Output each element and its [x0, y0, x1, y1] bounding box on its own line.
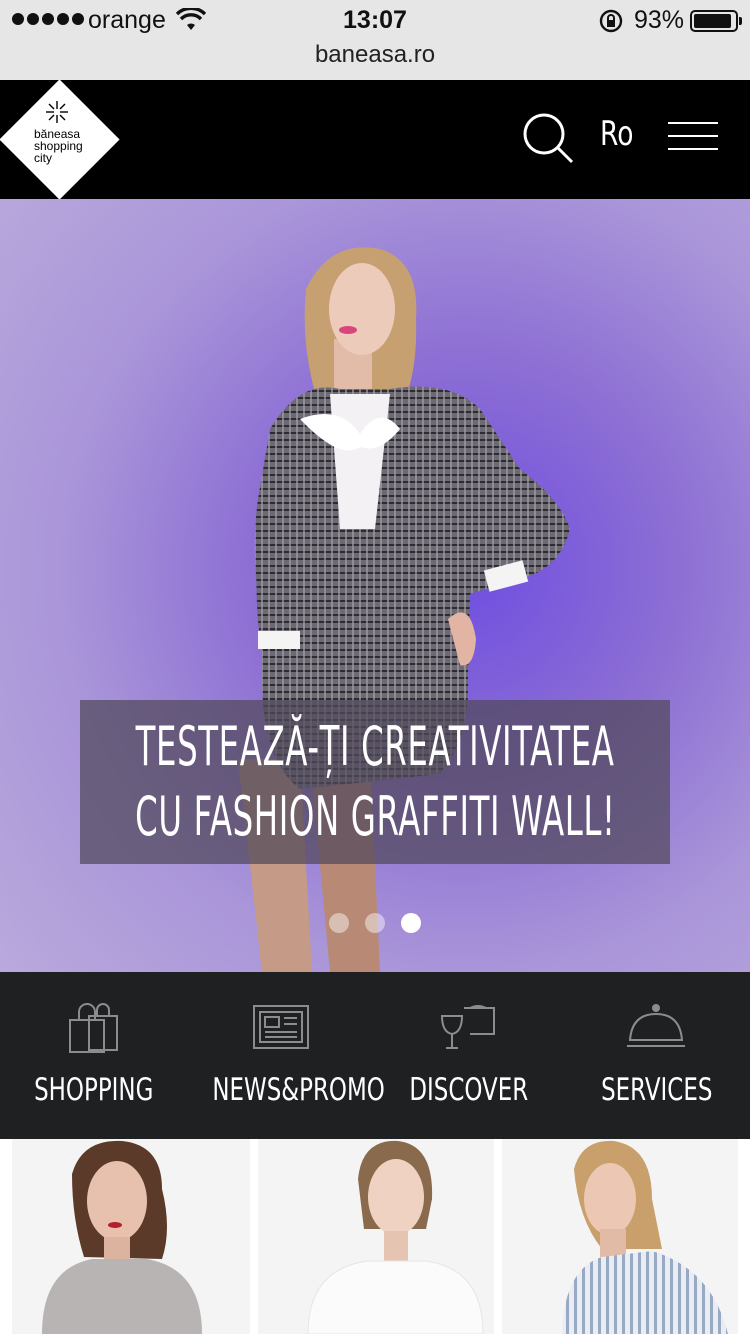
- battery-icon: [690, 10, 742, 32]
- category-shopping-label: SHOPPING: [34, 1072, 154, 1108]
- category-discover[interactable]: DISCOVER: [375, 972, 563, 1139]
- category-services-label: SERVICES: [600, 1072, 712, 1108]
- site-logo[interactable]: băneasa shopping city: [0, 79, 120, 200]
- product-strip: [0, 1139, 750, 1334]
- address-bar-url[interactable]: baneasa.ro: [0, 41, 750, 69]
- hero-caption-line-1: TESTEAZĂ-ȚI CREATIVITATEA: [135, 715, 615, 778]
- carousel-dot-1[interactable]: [329, 913, 349, 933]
- product-photo-white-top: [307, 1140, 484, 1334]
- hero-carousel[interactable]: TESTEAZĂ-ȚI CREATIVITATEA CU FASHION GRA…: [0, 199, 750, 972]
- logo-text: băneasa shopping city: [34, 127, 83, 165]
- sun-burst-icon: [46, 101, 68, 123]
- carousel-pagination[interactable]: [0, 913, 750, 933]
- category-discover-label: DISCOVER: [409, 1072, 529, 1108]
- product-card-3[interactable]: [502, 1139, 738, 1334]
- battery-percent: 93%: [634, 6, 685, 34]
- carousel-dot-2[interactable]: [365, 913, 385, 933]
- carousel-dot-3[interactable]: [401, 913, 421, 933]
- product-card-1[interactable]: [12, 1139, 250, 1334]
- product-photo-striped-shirt: [562, 1140, 728, 1334]
- language-switch[interactable]: Ro: [600, 114, 633, 154]
- wine-glass-icon: [440, 1005, 495, 1049]
- newspaper-icon: [253, 1005, 310, 1049]
- hero-caption-line-2: CU FASHION GRAFFITI WALL!: [134, 785, 616, 848]
- rotation-lock-icon: [599, 9, 623, 33]
- status-bar: orange 13:07 93% baneasa.ro: [0, 0, 750, 80]
- category-nav: SHOPPING NEWS&PROMO DISCOVER SERVICES: [0, 972, 750, 1139]
- cloche-icon: [627, 1004, 686, 1047]
- category-shopping[interactable]: SHOPPING: [0, 972, 188, 1139]
- shopping-bags-icon: [68, 1003, 118, 1053]
- hamburger-menu-icon[interactable]: [668, 122, 720, 152]
- category-services[interactable]: SERVICES: [563, 972, 750, 1139]
- category-news-promo-label: NEWS&PROMO: [211, 1072, 385, 1108]
- product-photo-silver-top: [42, 1140, 202, 1334]
- product-card-2[interactable]: [258, 1139, 494, 1334]
- search-icon[interactable]: [520, 110, 576, 166]
- category-news-promo[interactable]: NEWS&PROMO: [188, 972, 385, 1139]
- hero-caption[interactable]: TESTEAZĂ-ȚI CREATIVITATEA CU FASHION GRA…: [80, 700, 670, 864]
- site-header: băneasa shopping city Ro: [0, 79, 750, 200]
